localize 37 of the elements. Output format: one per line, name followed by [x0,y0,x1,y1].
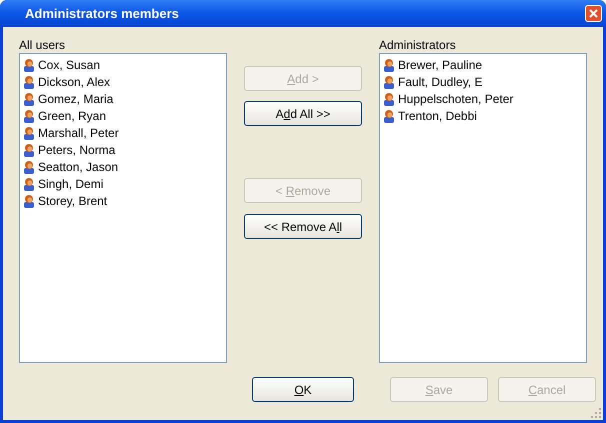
users-list[interactable]: Cox, Susan Dickson, Alex Gomez, Maria Green, Ryan Marshall, Peter Peters, Norma Seatton, Jason Singh, Demi Storey, Brent [19,53,227,363]
user-icon [383,108,395,122]
user-icon [23,74,35,88]
user-name[interactable]: Brewer, Pauline [398,56,482,74]
user-name[interactable]: Marshall, Peter [38,124,119,142]
user-name[interactable]: Trenton, Debbi [398,106,477,124]
list-label: Administrators [379,38,457,52]
dialog-button[interactable]: OK [252,377,354,402]
user-name[interactable]: Dickson, Alex [38,72,110,90]
user-name[interactable]: Green, Ryan [38,106,106,124]
user-name[interactable]: Seatton, Jason [38,158,118,176]
dialog-button[interactable]: << Remove All [244,214,362,239]
window-title: Administrators members [25,4,179,23]
user-name[interactable]: Storey, Brent [38,192,108,210]
close-button[interactable] [585,5,602,22]
user-name[interactable]: Peters, Norma [38,140,116,158]
user-icon [23,142,35,156]
user-icon [383,92,395,106]
user-icon [23,126,35,140]
user-name[interactable]: Cox, Susan [38,56,100,74]
user-icon [383,74,395,88]
user-name[interactable]: Huppelschoten, Peter [398,90,514,108]
resize-grip-icon[interactable] [591,408,601,418]
user-name[interactable]: Gomez, Maria [38,90,114,108]
user-name[interactable]: Fault, Dudley, E [398,72,482,90]
user-icon [23,108,35,122]
user-icon [23,92,35,106]
list-label: All users [19,38,66,52]
user-name[interactable]: Singh, Demi [38,174,104,192]
close-icon [589,9,598,18]
user-icon [383,58,395,72]
administrators-list[interactable]: Brewer, Pauline Fault, Dudley, E Huppelschoten, Peter Trenton, Debbi [379,53,587,363]
user-icon [23,194,35,208]
user-icon [23,176,35,190]
user-icon [23,58,35,72]
dialog-button[interactable]: Add All >> [244,101,362,126]
user-icon [23,160,35,174]
